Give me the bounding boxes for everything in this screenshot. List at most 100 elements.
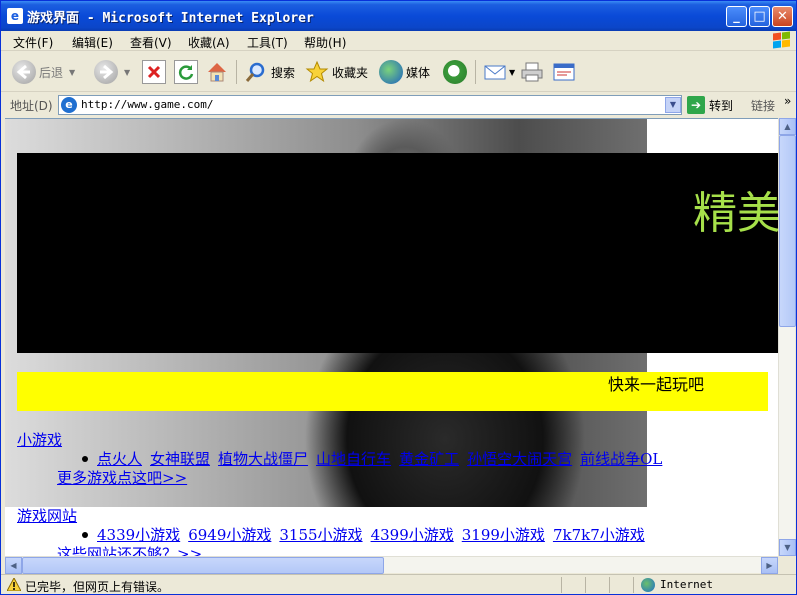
mail-icon <box>483 60 507 84</box>
stop-button[interactable] <box>142 60 166 84</box>
address-url[interactable]: http://www.game.com/ <box>81 98 213 111</box>
list-bullet <box>82 456 88 462</box>
more-sites-link[interactable]: 这些网站还不够？>> <box>57 543 202 556</box>
menu-favorites[interactable]: 收藏(A) <box>188 34 230 51</box>
site-link[interactable]: 4399小游戏 <box>371 524 454 545</box>
stop-icon <box>142 60 166 84</box>
status-divider <box>609 577 610 593</box>
back-arrow-icon <box>12 60 36 84</box>
game-link[interactable]: 孙悟空大闹天宫 <box>467 448 572 469</box>
site-link[interactable]: 7k7k7小游戏 <box>553 524 645 545</box>
close-button[interactable]: ✕ <box>772 6 793 27</box>
menu-bar: 文件(F) 编辑(E) 查看(V) 收藏(A) 工具(T) 帮助(H) <box>1 31 796 51</box>
scroll-down-icon[interactable]: ▼ <box>779 539 796 556</box>
game-link[interactable]: 黄金矿工 <box>399 448 459 469</box>
status-divider <box>561 577 562 593</box>
media-label: 媒体 <box>406 65 431 80</box>
warning-icon[interactable] <box>6 576 22 592</box>
site-link[interactable]: 4339小游戏 <box>97 524 180 545</box>
printer-icon <box>520 60 544 84</box>
forward-arrow-icon <box>94 60 118 84</box>
go-arrow-icon: ➔ <box>687 96 705 114</box>
menu-file[interactable]: 文件(F) <box>13 34 53 51</box>
address-bar: 地址(D) e http://www.game.com/ ▼ ➔ 转到 链接 » <box>1 93 796 117</box>
section-title-game-sites[interactable]: 游戏网站 <box>17 505 77 526</box>
history-button[interactable] <box>443 60 467 84</box>
media-globe-icon <box>379 60 403 84</box>
search-button[interactable]: 搜索 <box>244 60 295 84</box>
ie-page-icon: e <box>7 8 23 24</box>
star-icon <box>305 60 329 84</box>
game-link[interactable]: 女神联盟 <box>150 448 210 469</box>
menu-help[interactable]: 帮助(H) <box>304 34 346 51</box>
address-label: 地址(D) <box>10 99 53 113</box>
edit-page-icon <box>552 60 576 84</box>
mail-dropdown-icon[interactable]: ▼ <box>509 68 515 77</box>
list-bullet <box>82 532 88 538</box>
minimize-button[interactable]: _ <box>726 6 747 27</box>
print-button[interactable] <box>520 60 544 84</box>
edit-button[interactable] <box>552 60 576 84</box>
windows-logo-icon <box>767 31 793 51</box>
refresh-button[interactable] <box>174 60 198 84</box>
go-label: 转到 <box>709 98 734 113</box>
horizontal-scrollbar[interactable]: ◀ ▶ <box>5 556 778 574</box>
back-button[interactable]: 后退 ▼ <box>12 60 75 84</box>
site-link[interactable]: 3155小游戏 <box>279 524 362 545</box>
menu-view[interactable]: 查看(V) <box>130 34 172 51</box>
section-title-mini-games[interactable]: 小游戏 <box>17 429 62 450</box>
back-dropdown-icon[interactable]: ▼ <box>69 68 75 77</box>
back-label: 后退 <box>39 65 64 80</box>
toolbar-separator <box>475 60 476 84</box>
links-chevron-icon[interactable]: » <box>784 94 791 108</box>
address-input[interactable]: e http://www.game.com/ ▼ <box>58 95 682 115</box>
scroll-up-icon[interactable]: ▲ <box>779 118 796 135</box>
internet-zone-icon <box>641 578 655 592</box>
search-label: 搜索 <box>271 65 296 80</box>
game-link[interactable]: 前线战争OL <box>580 448 662 469</box>
home-icon <box>205 60 229 84</box>
go-button[interactable]: ➔ 转到 <box>687 96 733 114</box>
favorites-button[interactable]: 收藏夹 <box>305 60 368 84</box>
ie-page-icon: e <box>61 97 77 113</box>
home-button[interactable] <box>205 60 229 84</box>
vertical-scrollbar[interactable]: ▲ ▼ <box>778 118 796 556</box>
mail-button[interactable]: ▼ <box>483 60 515 84</box>
game-link[interactable]: 点火人 <box>97 448 142 469</box>
scroll-right-icon[interactable]: ▶ <box>761 557 778 574</box>
maximize-button[interactable]: □ <box>749 6 770 27</box>
window-title: 游戏界面 - Microsoft Internet Explorer <box>27 11 314 26</box>
scrollbar-corner <box>778 556 795 573</box>
page-headline: 精美 <box>693 188 778 239</box>
site-link[interactable]: 3199小游戏 <box>462 524 545 545</box>
banner-text: 快来一起玩吧 <box>608 375 705 394</box>
forward-button[interactable]: ▼ <box>94 60 130 84</box>
toolbar: 后退 ▼ ▼ 搜索 收藏夹 媒体 ▼ <box>1 52 796 92</box>
vertical-scroll-thumb[interactable] <box>779 135 796 327</box>
game-link[interactable]: 植物大战僵尸 <box>218 448 308 469</box>
game-link[interactable]: 山地自行车 <box>316 448 391 469</box>
status-text: 已完毕，但网页上有错误。 <box>25 580 170 594</box>
history-icon <box>443 60 467 84</box>
security-zone-label: Internet <box>660 578 713 591</box>
status-bar: 已完毕，但网页上有错误。 Internet <box>1 574 796 594</box>
status-divider <box>585 577 586 593</box>
menu-edit[interactable]: 编辑(E) <box>72 34 113 51</box>
address-dropdown-icon[interactable]: ▼ <box>665 97 681 113</box>
links-button[interactable]: 链接 <box>751 97 775 114</box>
favorites-label: 收藏夹 <box>332 65 369 80</box>
page-viewport[interactable]: 精美 快来一起玩吧 小游戏 点火人 女神联盟 植物大战僵尸 山地自行车 黄金矿工… <box>5 118 778 556</box>
site-list: 4339小游戏 6949小游戏 3155小游戏 4399小游戏 3199小游戏 … <box>97 524 645 545</box>
scroll-left-icon[interactable]: ◀ <box>5 557 22 574</box>
media-button[interactable]: 媒体 <box>379 60 430 84</box>
horizontal-scroll-thumb[interactable] <box>22 557 384 574</box>
browser-window: e 游戏界面 - Microsoft Internet Explorer _ □… <box>0 0 797 595</box>
game-list: 点火人 女神联盟 植物大战僵尸 山地自行车 黄金矿工 孙悟空大闹天宫 前线战争O… <box>97 448 662 469</box>
more-games-link[interactable]: 更多游戏点这吧>> <box>57 467 187 488</box>
site-link[interactable]: 6949小游戏 <box>188 524 271 545</box>
search-icon <box>244 60 268 84</box>
title-bar[interactable]: e 游戏界面 - Microsoft Internet Explorer _ □… <box>1 1 796 31</box>
refresh-icon <box>174 60 198 84</box>
forward-dropdown-icon[interactable]: ▼ <box>124 68 130 77</box>
menu-tools[interactable]: 工具(T) <box>247 34 288 51</box>
